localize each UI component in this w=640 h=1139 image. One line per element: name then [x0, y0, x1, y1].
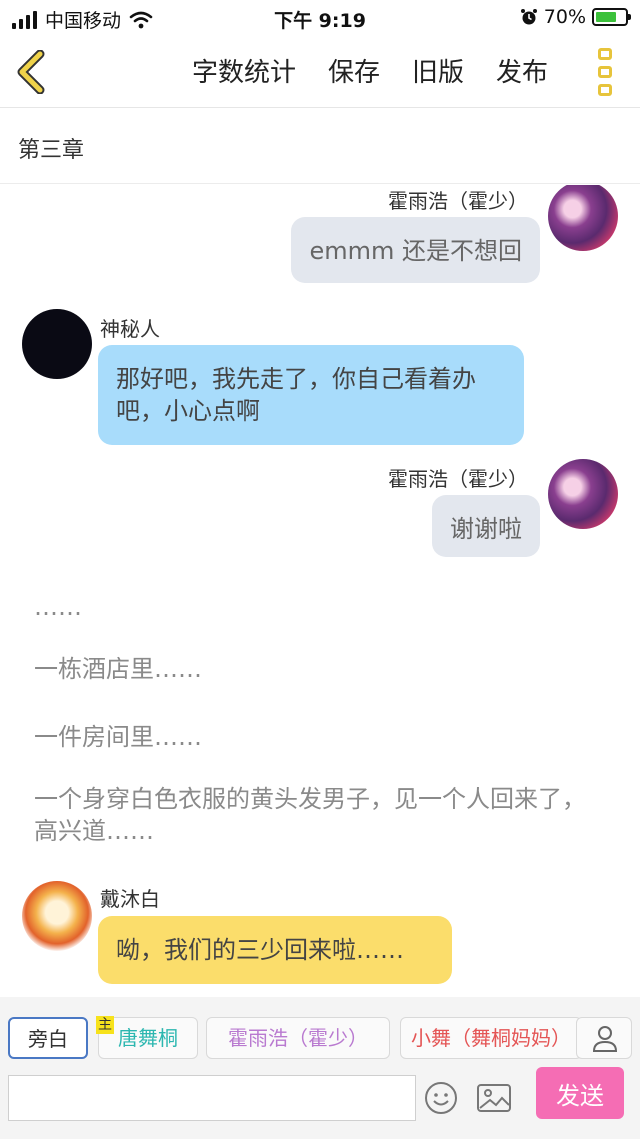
message-bubble[interactable]: emmm 还是不想回 [291, 217, 540, 283]
publish-button[interactable]: 发布 [496, 52, 548, 89]
old-version-button[interactable]: 旧版 [412, 52, 464, 89]
message-bubble[interactable]: 那好吧，我先走了，你自己看着办吧，小心点啊 [98, 345, 524, 445]
speaker-name: 霍雨浩（霍少） [388, 189, 528, 213]
chapter-header[interactable]: 第三章 [0, 108, 640, 184]
role-tang[interactable]: 主 唐舞桐 [96, 1016, 198, 1059]
role-xiaowu[interactable]: 小舞（舞桐妈妈） [400, 1017, 582, 1059]
status-right: 70% [520, 6, 631, 28]
role-manage-button[interactable] [576, 1017, 632, 1059]
input-row: 发送 [8, 1067, 632, 1121]
avatar[interactable] [22, 309, 92, 379]
status-bar: 中国移动 下午 9:19 70% [0, 0, 640, 36]
message-bubble[interactable]: 呦，我们的三少回来啦…… [98, 916, 452, 984]
message-bubble[interactable]: 谢谢啦 [432, 495, 540, 557]
chat-area[interactable]: 霍雨浩（霍少） emmm 还是不想回 神秘人 那好吧，我先走了，你自己看着办吧，… [0, 185, 640, 997]
composer-panel: 旁白 主 唐舞桐 霍雨浩（霍少） 小舞（舞桐妈妈） 发送 [0, 997, 640, 1139]
emoji-button[interactable] [424, 1081, 458, 1115]
avatar[interactable] [548, 185, 618, 251]
speaker-name: 神秘人 [100, 317, 160, 341]
nav-actions: 字数统计 保存 旧版 发布 [192, 52, 548, 89]
image-icon [477, 1084, 511, 1112]
speaker-name: 戴沐白 [100, 887, 160, 911]
more-vertical-icon[interactable] [598, 48, 618, 96]
nav-bar: 字数统计 保存 旧版 发布 [0, 36, 640, 108]
role-huo[interactable]: 霍雨浩（霍少） [206, 1017, 390, 1059]
avatar[interactable] [22, 881, 92, 951]
back-button[interactable] [12, 49, 52, 95]
narration-text[interactable]: 一个身穿白色衣服的黄头发男子，见一个人回来了，高兴道…… [34, 783, 604, 847]
role-narrator[interactable]: 旁白 [8, 1017, 88, 1059]
narration-text[interactable]: 一栋酒店里…… [34, 653, 604, 685]
speaker-name: 霍雨浩（霍少） [388, 467, 528, 491]
chevron-left-icon [17, 49, 45, 95]
avatar[interactable] [548, 459, 618, 529]
send-button[interactable]: 发送 [536, 1067, 624, 1119]
battery-percent: 70% [543, 6, 586, 28]
image-button[interactable] [476, 1081, 512, 1115]
chapter-title: 第三章 [18, 138, 85, 163]
save-button[interactable]: 保存 [328, 52, 380, 89]
word-count-button[interactable]: 字数统计 [192, 52, 296, 89]
person-icon [592, 1026, 618, 1052]
battery-icon [592, 8, 631, 26]
alarm-icon [520, 9, 537, 25]
narration-text[interactable]: 一件房间里…… [34, 721, 604, 753]
message-input[interactable] [8, 1075, 416, 1121]
main-role-badge: 主 [96, 1016, 114, 1034]
narration-text[interactable]: …… [34, 591, 604, 623]
emoji-icon [425, 1082, 457, 1114]
role-selector: 旁白 主 唐舞桐 霍雨浩（霍少） 小舞（舞桐妈妈） [8, 1016, 632, 1061]
role-label: 唐舞桐 [118, 1026, 178, 1050]
